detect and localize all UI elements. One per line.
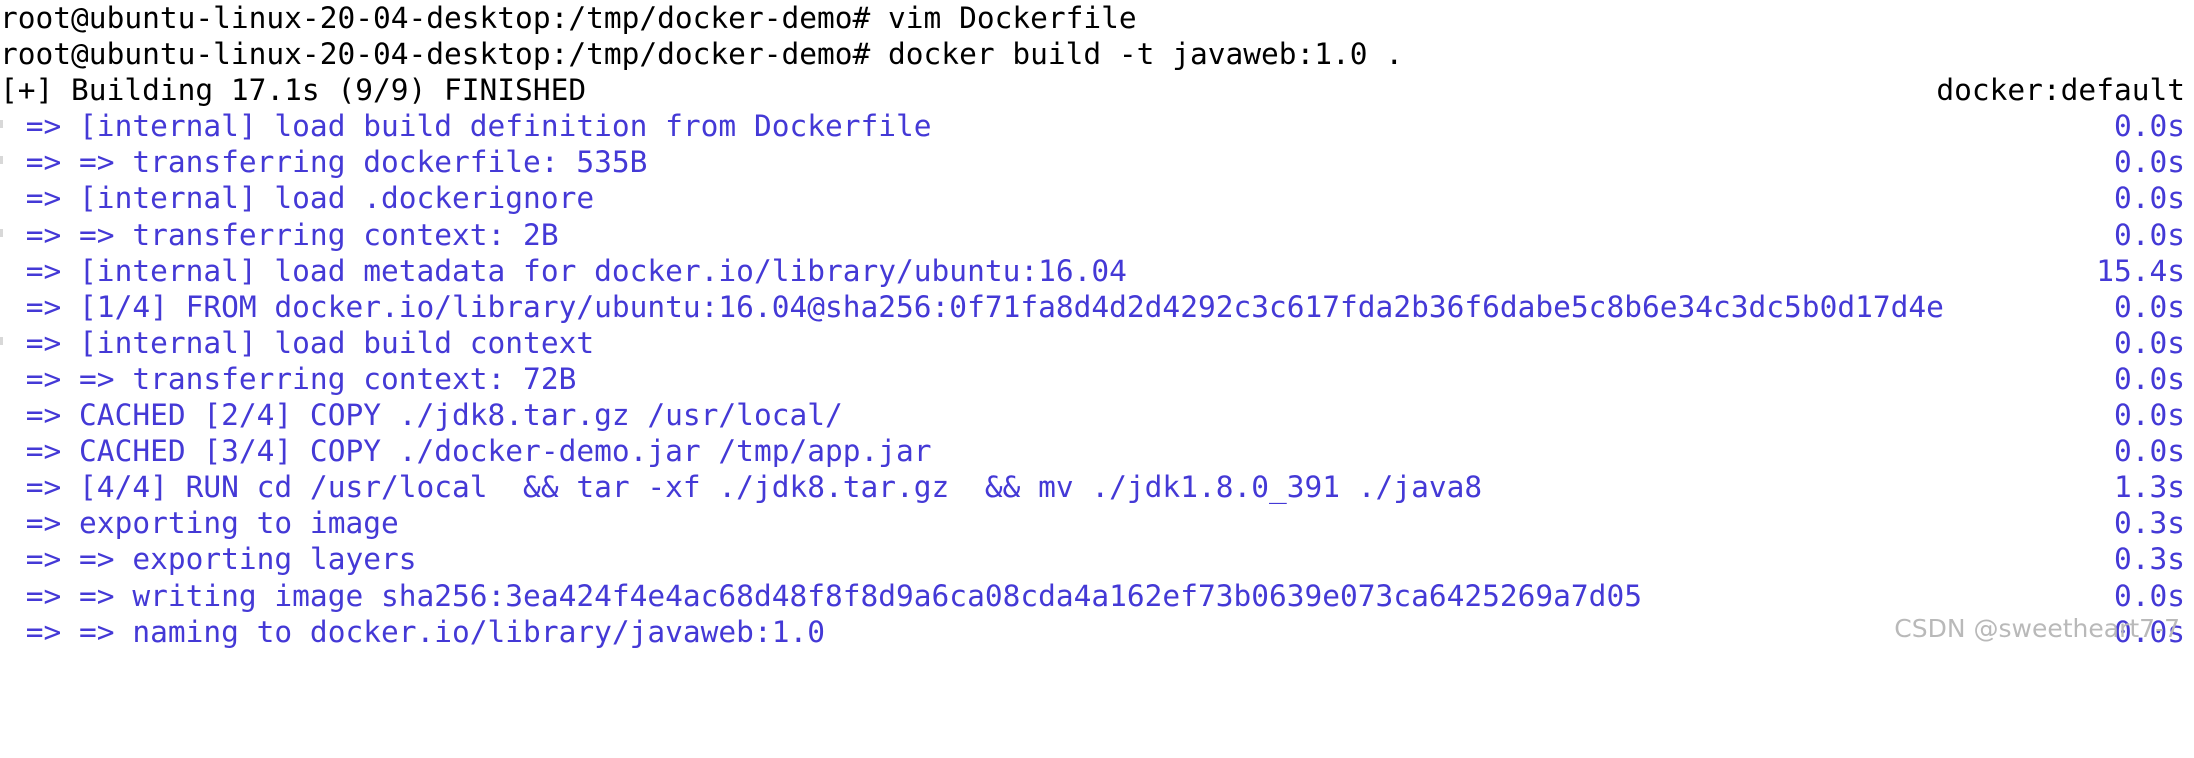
build-step-duration: 0.0s [2113,217,2185,252]
build-step-duration: 0.0s [2113,289,2185,324]
build-step-duration: 0.0s [2113,145,2185,180]
build-step-text: => => exporting layers [8,542,417,577]
build-step-row: => CACHED [2/4] COPY ./jdk8.tar.gz /usr/… [0,397,2194,433]
prompt-line-text: root@ubuntu-linux-20-04-desktop:/tmp/doc… [0,1,1137,35]
gutter-mark [0,336,3,345]
terminal-prompt-line: root@ubuntu-linux-20-04-desktop:/tmp/doc… [0,36,2194,72]
build-step-duration: 0.0s [2113,398,2185,433]
build-driver-label: docker:default [1936,73,2185,108]
build-step-duration: 0.3s [2113,506,2185,541]
build-step-text: => [internal] load .dockerignore [8,181,595,216]
build-step-duration: 0.3s [2113,542,2185,577]
build-step-duration: 0.0s [2113,361,2185,396]
build-step-duration: 0.0s [2113,181,2185,216]
build-step-row: => => transferring context: 2B 0.0s [0,217,2194,253]
build-step-text: => => transferring context: 2B [8,217,559,252]
build-step-row: => [internal] load build context 0.0s [0,325,2194,361]
build-step-row: => => naming to docker.io/library/javawe… [0,614,2194,650]
build-step-text: => CACHED [2/4] COPY ./jdk8.tar.gz /usr/… [8,398,843,433]
build-step-row: => [internal] load .dockerignore 0.0s [0,180,2194,216]
build-step-text: => [1/4] FROM docker.io/library/ubuntu:1… [8,289,1944,324]
build-step-text: => => transferring dockerfile: 535B [8,145,648,180]
build-step-text: => [internal] load metadata for docker.i… [8,253,1127,288]
build-step-text: => [internal] load build definition from… [8,109,932,144]
build-step-row: => exporting to image 0.3s [0,505,2194,541]
build-step-row: => => exporting layers 0.3s [0,541,2194,577]
build-step-duration: 0.0s [2113,109,2185,144]
terminal-prompt-line: root@ubuntu-linux-20-04-desktop:/tmp/doc… [0,0,2194,36]
build-status-text: [+] Building 17.1s (9/9) FINISHED [0,73,587,108]
build-step-text: => => naming to docker.io/library/javawe… [8,614,825,649]
build-step-duration: 15.4s [2096,253,2185,288]
gutter-mark [0,156,3,165]
terminal-window[interactable]: root@ubuntu-linux-20-04-desktop:/tmp/doc… [0,0,2194,650]
build-header-line: [+] Building 17.1s (9/9) FINISHED docker… [0,72,2194,108]
build-step-row: => CACHED [3/4] COPY ./docker-demo.jar /… [0,433,2194,469]
build-step-duration: 1.3s [2113,470,2185,505]
build-step-text: => [internal] load build context [8,325,595,360]
build-step-duration: 0.0s [2113,325,2185,360]
gutter-mark [0,120,3,129]
gutter-mark [0,228,3,237]
build-step-row: => [internal] load build definition from… [0,108,2194,144]
build-step-row: => [4/4] RUN cd /usr/local && tar -xf ./… [0,469,2194,505]
build-step-row: => => transferring dockerfile: 535B 0.0s [0,144,2194,180]
build-step-row: => [1/4] FROM docker.io/library/ubuntu:1… [0,289,2194,325]
build-step-duration: 0.0s [2113,614,2185,649]
build-step-duration: 0.0s [2113,578,2185,613]
build-step-duration: 0.0s [2113,434,2185,469]
build-step-row: => [internal] load metadata for docker.i… [0,253,2194,289]
build-step-text: => CACHED [3/4] COPY ./docker-demo.jar /… [8,434,932,469]
build-step-row: => => transferring context: 72B 0.0s [0,361,2194,397]
build-step-text: => exporting to image [8,506,399,541]
build-step-text: => => writing image sha256:3ea424f4e4ac6… [8,578,1642,613]
build-step-row: => => writing image sha256:3ea424f4e4ac6… [0,578,2194,614]
build-step-text: => [4/4] RUN cd /usr/local && tar -xf ./… [8,470,1483,505]
build-step-text: => => transferring context: 72B [8,361,577,396]
prompt-line-text: root@ubuntu-linux-20-04-desktop:/tmp/doc… [0,37,1404,72]
